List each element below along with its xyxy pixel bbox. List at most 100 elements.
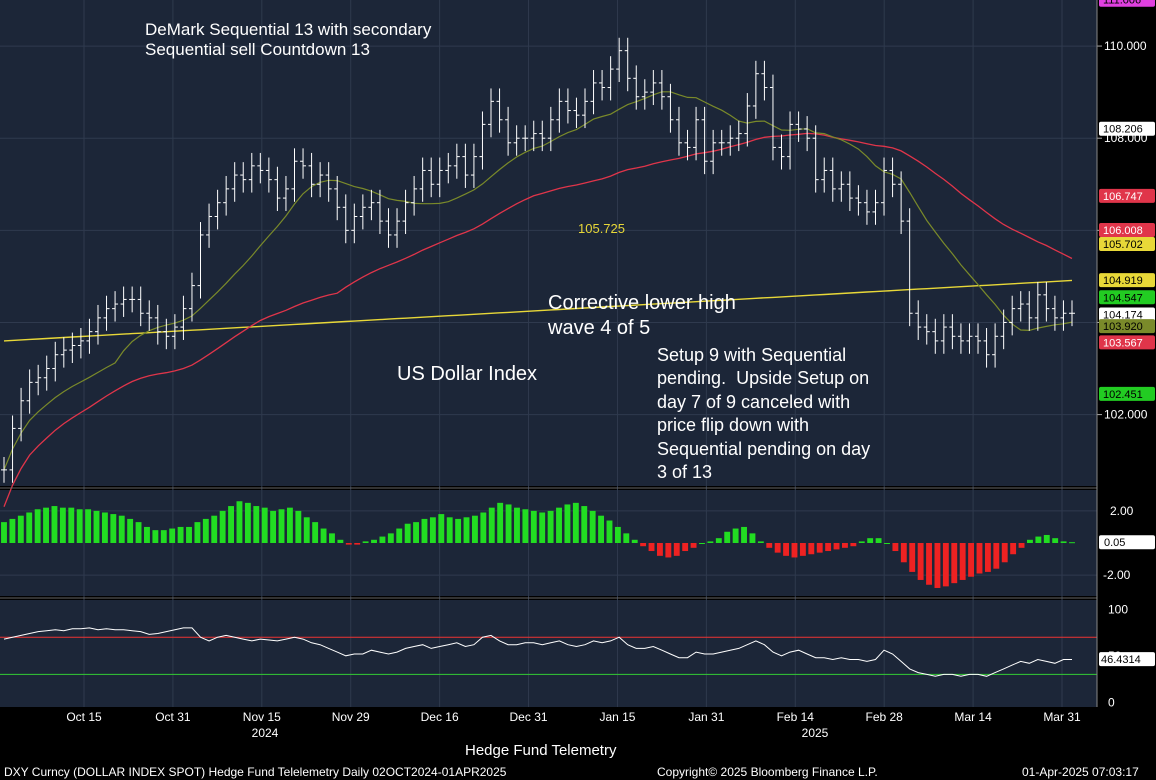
histogram-bar [34,509,41,543]
histogram-bar [850,543,857,547]
histogram-bar [17,515,24,543]
histogram-bar [900,543,907,563]
histogram-bar [766,543,773,548]
histogram-bar [396,528,403,543]
histogram-bar [581,506,588,543]
histogram-bar [286,507,293,543]
price-badge-label: 106.008 [1103,225,1143,237]
histogram-bar [135,522,142,543]
histogram-bar [219,510,226,543]
x-tick-label: Dec 16 [421,710,459,724]
histogram-bar [144,526,150,543]
histogram-bar [371,539,377,543]
x-tick-label: Jan 31 [688,710,724,724]
histogram-bar [858,541,865,543]
osc-value-label: 46.4314 [1101,654,1141,666]
histogram-bar [160,530,167,543]
histogram-bar [673,543,680,556]
x-year-label: 2024 [252,726,279,740]
histogram-bar [842,543,848,548]
histogram-bar [177,526,184,543]
osc-y-tick-label: 100 [1108,602,1128,616]
histogram-bar [379,536,386,543]
histogram-bar [522,509,529,543]
chart-window: 110.000108.000106.000104.000102.000Oct 1… [0,0,1156,780]
price-badge-label: 108.206 [1103,124,1143,136]
oscillator-panel [0,600,1097,707]
histogram-bar [236,501,243,543]
x-tick-label: Feb 28 [866,710,904,724]
footer-ticker-info: DXY Curncy (DOLLAR INDEX SPOT) Hedge Fun… [4,765,507,779]
histogram-bar [539,512,546,543]
histogram-bar [833,543,840,550]
histogram-bar [909,543,916,572]
histogram-bar [791,543,798,558]
histogram-bar [152,530,159,543]
histogram-bar [514,507,520,543]
footer-copyright: Copyright© 2025 Bloomberg Finance L.P. [657,765,878,779]
histogram-bar [413,522,420,543]
level-label: 105.725 [578,221,625,236]
histogram-bar [228,506,234,543]
price-badge-label: 111.006 [1103,0,1141,7]
histogram-bar [1052,538,1059,543]
histogram-bar [623,533,630,543]
histogram-bar [354,543,361,545]
histogram-bar [825,543,832,552]
x-tick-label: Jan 15 [599,710,635,724]
histogram-bar [1018,543,1025,548]
histogram-bar [808,543,815,555]
histogram-bar [867,538,874,543]
histogram-bar [312,522,319,543]
histogram-bar [329,533,335,543]
histogram-bar [707,541,714,543]
hist-value-label: 0.05 [1104,537,1125,549]
histogram-bar [1043,534,1050,543]
osc-y-tick-label: 0 [1108,695,1115,709]
x-tick-label: Oct 15 [66,710,102,724]
histogram-bar [749,533,756,543]
histogram-bar [421,518,428,543]
histogram-bar [926,543,932,585]
histogram-bar [101,512,108,543]
histogram-bar [303,517,310,543]
histogram-bar [270,510,277,543]
setup-annotation: Setup 9 with Sequential pending. Upside … [657,345,871,482]
histogram-bar [9,518,16,543]
histogram-bar [211,515,218,543]
histogram-bar [631,539,638,543]
histogram-bar [656,543,663,556]
histogram-bar [1060,541,1067,543]
histogram-bar [968,543,975,577]
histogram-bar [556,507,562,543]
histogram-bar [572,502,579,543]
histogram-bar [127,518,134,543]
price-badge-label: 105.702 [1103,239,1143,251]
price-badge-label: 106.747 [1103,191,1143,203]
histogram-bar [606,520,613,543]
histogram-bar [732,528,739,543]
histogram-bar [640,543,647,547]
telemetry-title: Hedge Fund Telemetry [465,742,617,759]
index-name-label: US Dollar Index [397,363,538,385]
histogram-bar [1,522,7,543]
histogram-bar [1035,536,1042,543]
main-panel [0,0,1097,486]
main-y-tick-label: 110.000 [1104,39,1147,53]
histogram-bar [85,509,92,543]
histogram-bar [93,510,100,543]
histogram-bar [648,543,655,552]
price-badge-label: 104.919 [1103,275,1143,287]
histogram-bar [774,543,781,553]
histogram-bar [169,528,176,543]
histogram-bar [917,543,924,580]
histogram-bar [884,543,890,544]
histogram-bar [404,523,411,543]
x-tick-label: Mar 14 [954,710,992,724]
histogram-bar [505,504,512,543]
histogram-bar [757,541,764,543]
histogram-bar [547,510,554,543]
histogram-bar [261,507,268,543]
histogram-bar [463,517,470,543]
histogram-bar [951,543,958,584]
